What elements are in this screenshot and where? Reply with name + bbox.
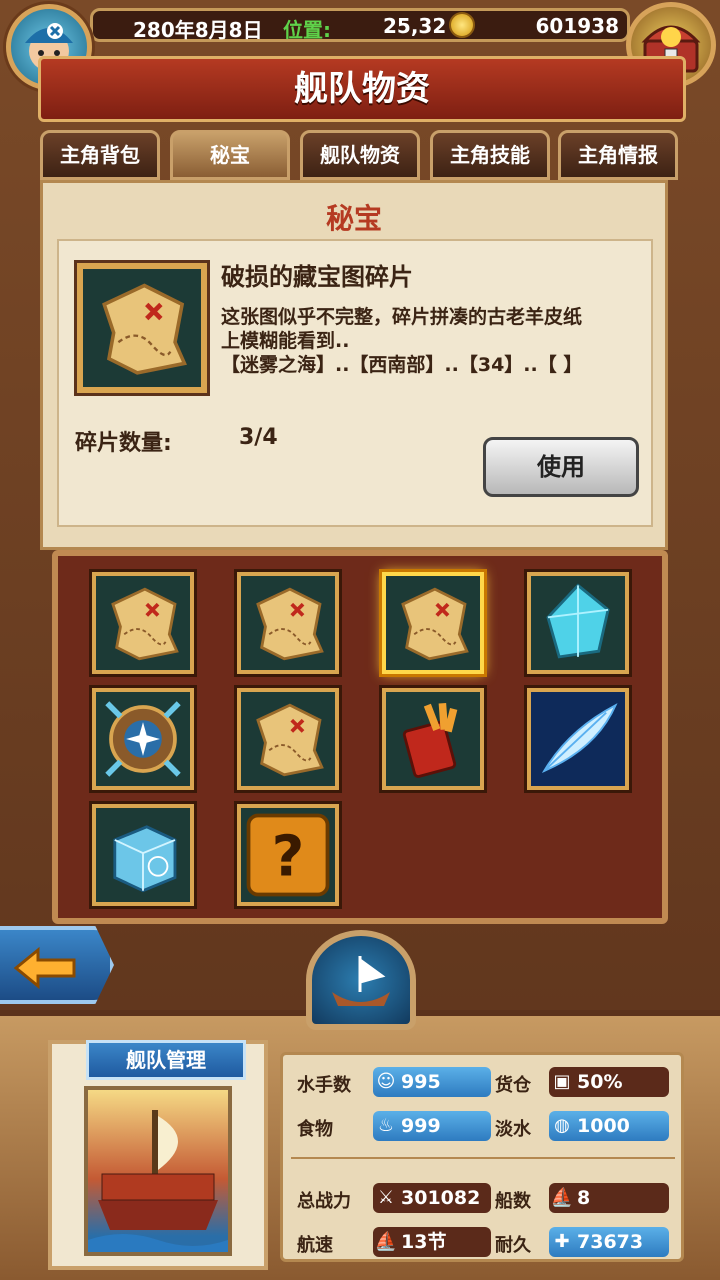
svg-text:?: ?	[272, 825, 305, 890]
fragment-count-value: 3/4	[239, 425, 278, 450]
boat-icon: ⛵	[550, 1187, 574, 1208]
treasure-map-fragment-icon	[256, 587, 324, 661]
gold-amount: 601938	[535, 14, 620, 38]
inventory-slot[interactable]	[237, 572, 339, 674]
inventory-grid: ?	[52, 550, 668, 924]
cargo-label: 货仓	[495, 1075, 531, 1096]
inventory-slot[interactable]	[237, 688, 339, 790]
fleet-stats: 水手数 ☺ 995 货仓 ▣ 50% 食物 ♨ 999 淡水 ◍ 1000 总战力 ⚔ 3…	[280, 1052, 684, 1262]
ice-cube-icon	[113, 825, 177, 893]
cargo-value: ▣ 50%	[549, 1067, 669, 1097]
tab-hero-skills[interactable]: 主角技能	[430, 130, 550, 180]
sail-icon: ⛵	[374, 1231, 398, 1252]
sailors-label: 水手数	[297, 1075, 351, 1096]
use-button[interactable]: 使用	[483, 437, 639, 497]
blue-feather-icon	[531, 692, 625, 786]
red-spellbook-icon	[402, 703, 458, 778]
inventory-slot[interactable]	[92, 804, 194, 906]
water-value: ◍ 1000	[549, 1111, 669, 1141]
item-description: 这张图似乎不完整，碎片拼凑的古老羊皮纸 上模糊能看到.. 【迷雾之海】..【西南…	[221, 305, 651, 377]
back-button[interactable]	[0, 926, 114, 1004]
ship-count-label: 船数	[495, 1191, 531, 1212]
crossed-swords-icon: ⚔	[377, 1187, 395, 1208]
crate-icon: ▣	[553, 1071, 571, 1092]
compass-shield-icon	[105, 701, 181, 777]
water-jug-icon: ◍	[554, 1115, 570, 1136]
stats-divider	[291, 1157, 675, 1159]
meat-icon: ♨	[377, 1115, 395, 1136]
treasure-map-fragment-icon	[111, 587, 179, 661]
total-power-label: 总战力	[297, 1191, 351, 1212]
item-info-box: 破损的藏宝图碎片 这张图似乎不完整，碎片拼凑的古老羊皮纸 上模糊能看到.. 【迷…	[57, 239, 653, 527]
speed-label: 航速	[297, 1235, 333, 1256]
inventory-slot[interactable]	[382, 572, 484, 674]
inventory-slot[interactable]	[92, 688, 194, 790]
inventory-slot[interactable]	[92, 572, 194, 674]
sailing-ship-icon	[88, 1110, 228, 1252]
fragment-count-label: 碎片数量:	[75, 431, 172, 456]
position-value: 25,32	[383, 14, 447, 38]
tab-treasure[interactable]: 秘宝	[170, 130, 290, 180]
inventory-slot[interactable]	[527, 688, 629, 790]
treasure-map-fragment-icon	[401, 587, 469, 661]
back-arrow-icon	[13, 946, 76, 990]
food-label: 食物	[297, 1119, 333, 1140]
repair-ship-icon: ✚	[554, 1231, 570, 1252]
item-description-line: 上模糊能看到..	[221, 330, 350, 352]
ship-count-value: ⛵ 8	[549, 1183, 669, 1213]
tab-fleet-supplies[interactable]: 舰队物资	[300, 130, 420, 180]
gold-coin-icon	[449, 12, 475, 38]
game-date: 280年8月8日	[133, 18, 263, 42]
mystery-question-icon: ?	[246, 813, 330, 897]
ship-helm-button[interactable]	[306, 930, 416, 1030]
position-label: 位置:	[283, 18, 331, 42]
water-label: 淡水	[495, 1119, 531, 1140]
item-detail-panel: 秘宝 破损的藏宝图碎片 这张图似乎不完整，碎片拼凑的古老羊皮纸 上模糊能看到..…	[40, 180, 668, 550]
speed-value: ⛵ 13节	[373, 1227, 491, 1257]
inventory-slot[interactable]	[527, 572, 629, 674]
sailors-value: ☺ 995	[373, 1067, 491, 1097]
blue-crystal-gem-icon	[546, 583, 610, 659]
page-title: 舰队物资	[38, 56, 686, 122]
status-bar: 280年8月8日 位置: 25,32 601938	[90, 8, 630, 42]
treasure-map-fragment-icon	[256, 703, 324, 777]
durability-value: ✚ 73673	[549, 1227, 669, 1257]
total-power-value: ⚔ 301082	[373, 1183, 491, 1213]
inventory-slot[interactable]: ?	[237, 804, 339, 906]
item-name: 破损的藏宝图碎片	[221, 263, 413, 291]
flagship-image	[84, 1086, 232, 1256]
treasure-map-fragment-icon	[102, 283, 187, 375]
selected-item-slot	[77, 263, 207, 393]
item-description-line: 这张图似乎不完整，碎片拼凑的古老羊皮纸	[221, 306, 583, 328]
food-value: ♨ 999	[373, 1111, 491, 1141]
ship-helm-icon	[332, 956, 390, 1006]
item-description-line: 【迷雾之海】..【西南部】..【34】..【 】	[221, 354, 583, 376]
fleet-management-banner[interactable]: 舰队管理	[86, 1040, 246, 1080]
durability-label: 耐久	[495, 1235, 531, 1256]
inventory-slot[interactable]	[382, 688, 484, 790]
panel-title: 秘宝	[325, 202, 382, 235]
tab-hero-info[interactable]: 主角情报	[558, 130, 678, 180]
tab-hero-bag[interactable]: 主角背包	[40, 130, 160, 180]
sailor-icon: ☺	[376, 1071, 396, 1092]
